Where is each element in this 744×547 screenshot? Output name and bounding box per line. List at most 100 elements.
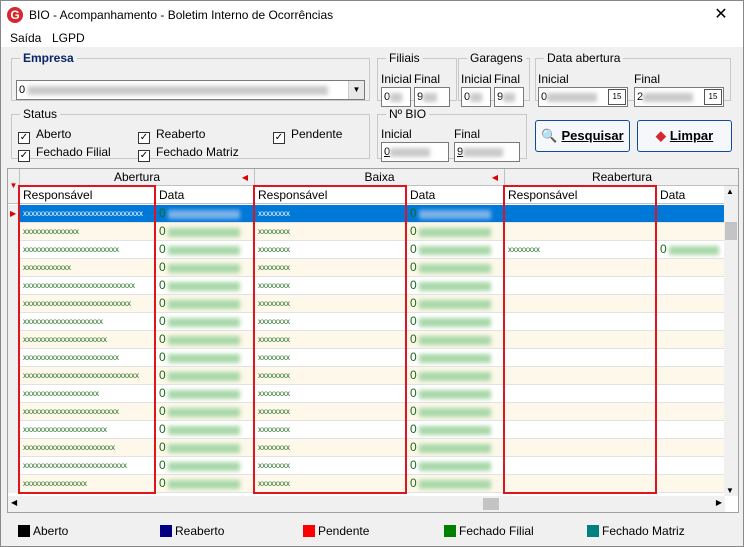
- reabertura-data-cell[interactable]: [657, 349, 725, 366]
- date-redacted: [167, 300, 240, 310]
- calendar-icon[interactable]: 15: [704, 89, 722, 105]
- legend-swatch: [160, 525, 172, 537]
- baixa-data-cell[interactable]: 0: [407, 277, 505, 294]
- date-value: 0: [410, 422, 417, 436]
- date-redacted: [418, 480, 491, 490]
- reabertura-data-cell[interactable]: [657, 367, 725, 384]
- baixa-data-cell[interactable]: 0: [407, 223, 505, 240]
- date-value: 0: [159, 296, 166, 310]
- col-header-baixa-data[interactable]: Data: [407, 186, 505, 204]
- menu-lgpd[interactable]: LGPD: [52, 31, 85, 45]
- date-value: 0: [410, 350, 417, 364]
- baixa-data-cell[interactable]: 0: [407, 421, 505, 438]
- scroll-right-icon[interactable]: ▶: [716, 498, 722, 507]
- vertical-scrollbar[interactable]: ▲ ▼: [724, 186, 738, 496]
- status-pendente-checkbox[interactable]: ✓ Pendente: [273, 127, 342, 144]
- abertura-data-cell[interactable]: 0: [156, 313, 255, 330]
- scroll-up-icon[interactable]: ▲: [726, 187, 734, 196]
- nbio-final-input[interactable]: 9: [454, 142, 520, 162]
- close-button[interactable]: ✕: [703, 4, 739, 26]
- reabertura-data-cell[interactable]: [657, 295, 725, 312]
- calendar-icon[interactable]: 15: [608, 89, 626, 105]
- nbio-inicial-redacted: [390, 147, 431, 157]
- horizontal-scrollbar[interactable]: ◀ ▶: [8, 496, 725, 512]
- abertura-data-cell[interactable]: 0: [156, 295, 255, 312]
- baixa-data-cell[interactable]: 0: [407, 331, 505, 348]
- abertura-data-cell[interactable]: 0: [156, 241, 255, 258]
- baixa-data-cell[interactable]: 0: [407, 439, 505, 456]
- pesquisar-label: Pesquisar: [561, 128, 624, 143]
- status-aberto-checkbox[interactable]: ✓ Aberto: [18, 127, 71, 144]
- abertura-data-cell[interactable]: 0: [156, 439, 255, 456]
- date-value: 0: [159, 314, 166, 328]
- horizontal-scroll-thumb[interactable]: [483, 498, 499, 510]
- reabertura-data-cell[interactable]: 0: [657, 241, 725, 258]
- reabertura-data-cell[interactable]: [657, 475, 725, 492]
- baixa-data-cell[interactable]: 0: [407, 241, 505, 258]
- date-value: 0: [159, 458, 166, 472]
- filiais-final-input[interactable]: 9: [414, 87, 450, 107]
- baixa-data-cell[interactable]: 0: [407, 295, 505, 312]
- reabertura-data-cell[interactable]: [657, 403, 725, 420]
- empresa-combo[interactable]: 0 ▼: [16, 80, 365, 100]
- abertura-data-cell[interactable]: 0: [156, 277, 255, 294]
- reabertura-data-cell[interactable]: [657, 457, 725, 474]
- baixa-data-cell[interactable]: 0: [407, 385, 505, 402]
- vertical-scroll-thumb[interactable]: [725, 222, 737, 240]
- baixa-data-cell[interactable]: 0: [407, 367, 505, 384]
- reabertura-data-cell[interactable]: [657, 385, 725, 402]
- abertura-data-cell[interactable]: 0: [156, 403, 255, 420]
- abertura-data-cell[interactable]: 0: [156, 349, 255, 366]
- reabertura-data-cell[interactable]: [657, 313, 725, 330]
- baixa-data-cell[interactable]: 0: [407, 403, 505, 420]
- results-grid[interactable]: ▼ Abertura ◀ Baixa ◀ Reabertura Responsáve…: [7, 168, 739, 513]
- reabertura-data-cell[interactable]: [657, 223, 725, 240]
- menu-saida[interactable]: Saída: [10, 31, 41, 45]
- chevron-down-icon[interactable]: ▼: [348, 81, 364, 99]
- abertura-data-cell[interactable]: 0: [156, 205, 255, 222]
- status-reaberto-checkbox[interactable]: ✓ Reaberto: [138, 127, 205, 144]
- baixa-data-cell[interactable]: 0: [407, 259, 505, 276]
- status-fechado-filial-label: Fechado Filial: [36, 145, 111, 159]
- scroll-down-icon[interactable]: ▼: [726, 486, 734, 495]
- date-redacted: [418, 408, 491, 418]
- date-redacted: [167, 462, 240, 472]
- pesquisar-button[interactable]: 🔍 Pesquisar: [535, 120, 630, 152]
- garagens-inicial-input[interactable]: 0: [461, 87, 491, 107]
- filiais-inicial-label: Inicial: [381, 72, 412, 86]
- reabertura-data-cell[interactable]: [657, 421, 725, 438]
- data-abertura-inicial-input[interactable]: 0 15: [538, 87, 628, 107]
- abertura-data-cell[interactable]: 0: [156, 259, 255, 276]
- col-header-reabertura-data[interactable]: Data: [657, 186, 725, 204]
- baixa-data-cell[interactable]: 0: [407, 313, 505, 330]
- limpar-button[interactable]: ◆ Limpar: [637, 120, 732, 152]
- baixa-data-cell[interactable]: 0: [407, 457, 505, 474]
- col-header-abertura-data[interactable]: Data: [156, 186, 255, 204]
- nbio-inicial-input[interactable]: 0: [381, 142, 449, 162]
- abertura-data-cell[interactable]: 0: [156, 421, 255, 438]
- abertura-data-cell[interactable]: 0: [156, 457, 255, 474]
- abertura-data-cell[interactable]: 0: [156, 367, 255, 384]
- status-fechado-filial-checkbox[interactable]: ✓ Fechado Filial: [18, 145, 111, 162]
- date-value: 0: [159, 278, 166, 292]
- data-abertura-final-input[interactable]: 2 15: [634, 87, 724, 107]
- abertura-data-cell[interactable]: 0: [156, 385, 255, 402]
- baixa-data-cell[interactable]: 0: [407, 475, 505, 492]
- reabertura-data-cell[interactable]: [657, 205, 725, 222]
- filiais-final-redacted: [423, 92, 438, 102]
- garagens-final-input[interactable]: 9: [494, 87, 524, 107]
- reabertura-data-cell[interactable]: [657, 259, 725, 276]
- scroll-left-icon[interactable]: ◀: [11, 498, 17, 507]
- status-fechado-matriz-checkbox[interactable]: ✓ Fechado Matriz: [138, 145, 239, 162]
- reabertura-data-cell[interactable]: [657, 439, 725, 456]
- abertura-data-cell[interactable]: 0: [156, 475, 255, 492]
- filiais-inicial-input[interactable]: 0: [381, 87, 411, 107]
- highlight-reabertura-responsavel: [503, 185, 657, 494]
- reabertura-data-cell[interactable]: [657, 277, 725, 294]
- abertura-data-cell[interactable]: 0: [156, 331, 255, 348]
- data-abertura-legend: Data abertura: [547, 51, 621, 65]
- baixa-data-cell[interactable]: 0: [407, 349, 505, 366]
- reabertura-data-cell[interactable]: [657, 331, 725, 348]
- abertura-data-cell[interactable]: 0: [156, 223, 255, 240]
- baixa-data-cell[interactable]: 0: [407, 205, 505, 222]
